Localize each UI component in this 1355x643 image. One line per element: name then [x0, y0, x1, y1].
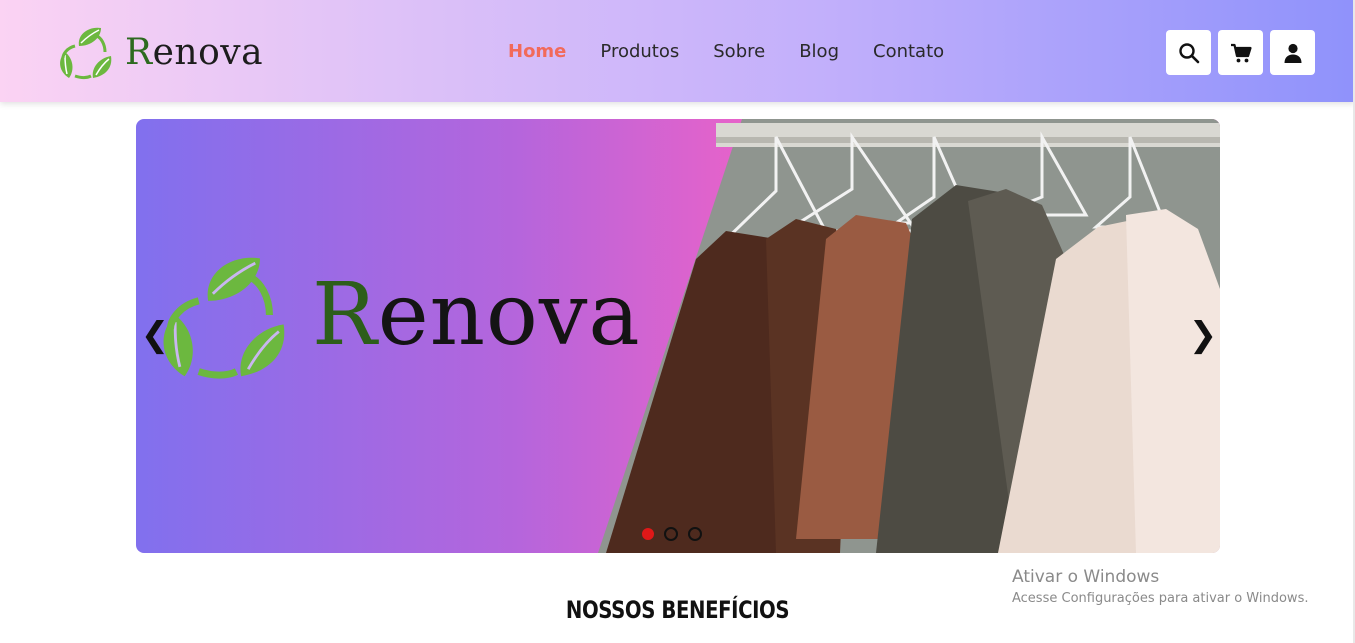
slide-logo: Renova — [156, 249, 641, 381]
chevron-left-icon: ❮ — [140, 315, 170, 355]
watermark-subtitle: Acesse Configurações para ativar o Windo… — [1012, 591, 1309, 606]
carousel-dot-3[interactable] — [688, 527, 702, 541]
search-icon — [1178, 42, 1199, 63]
user-icon — [1284, 43, 1301, 63]
carousel-dot-1[interactable] — [642, 528, 654, 540]
carousel-prev-button[interactable]: ❮ — [140, 315, 170, 355]
hero-carousel: Renova ❮ ❯ — [136, 119, 1220, 553]
nav-link-produtos[interactable]: Produtos — [600, 40, 679, 64]
search-button[interactable] — [1166, 30, 1211, 75]
cart-icon — [1230, 43, 1252, 62]
main-nav: Home Produtos Sobre Blog Contato — [508, 40, 944, 64]
carousel-next-button[interactable]: ❯ — [1188, 315, 1218, 355]
carousel-dot-2[interactable] — [664, 527, 678, 541]
recycle-leaves-icon — [60, 27, 112, 79]
nav-link-contato[interactable]: Contato — [873, 40, 944, 64]
site-header: Renova Home Produtos Sobre Blog Contato — [0, 0, 1355, 102]
chevron-right-icon: ❯ — [1188, 315, 1218, 355]
account-button[interactable] — [1270, 30, 1315, 75]
nav-link-blog[interactable]: Blog — [799, 40, 839, 64]
nav-link-home[interactable]: Home — [508, 40, 566, 64]
nav-link-sobre[interactable]: Sobre — [713, 40, 765, 64]
header-actions — [1166, 30, 1315, 75]
slide-brand-name: Renova — [312, 265, 641, 365]
recycle-leaves-icon — [163, 257, 285, 379]
cart-button[interactable] — [1218, 30, 1263, 75]
watermark-title: Ativar o Windows — [1012, 567, 1160, 587]
brand-logo[interactable]: Renova — [57, 24, 263, 80]
brand-name: Renova — [125, 31, 264, 73]
carousel-indicators — [642, 527, 702, 541]
windows-activation-watermark: Ativar o Windows Acesse Configurações pa… — [1012, 566, 1308, 608]
